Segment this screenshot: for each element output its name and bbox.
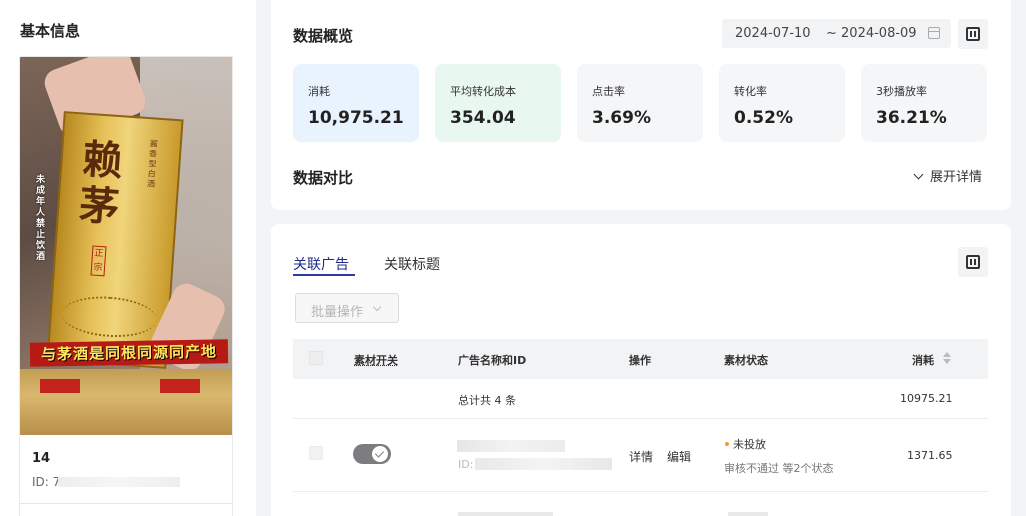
data-overview-card: 数据概览 2024-07-10 ~ 2024-08-09 消耗 10,975.2… — [271, 0, 1011, 210]
batch-operation-label: 批量操作 — [311, 305, 364, 320]
table-column-settings-button[interactable] — [958, 247, 988, 277]
column-header-actions: 操作 — [629, 354, 651, 367]
ad-id-redacted — [475, 458, 612, 470]
sort-icon[interactable] — [943, 352, 951, 364]
metric-label: 点击率 — [592, 85, 625, 98]
metric-label: 3秒播放率 — [876, 85, 927, 98]
video-id: ID: 7 — [32, 475, 61, 489]
thumbnail-bottom-boxes — [20, 369, 232, 435]
age-warning-text: 未成年人禁止饮酒 — [36, 175, 46, 262]
table-header: 素材开关 广告名称和ID 操作 素材状态 消耗 — [293, 339, 988, 379]
metric-value: 10,975.21 — [308, 108, 404, 128]
data-overview-title: 数据概览 — [293, 27, 354, 45]
status-redacted — [728, 512, 768, 516]
product-box-cloud-pattern — [60, 293, 158, 341]
basic-info-panel: 基本信息 赖茅 正宗 酱香型白酒 未成年人禁止饮酒 与茅酒是同根同源同产地 14… — [0, 0, 256, 516]
column-header-cost[interactable]: 消耗 — [912, 352, 934, 368]
check-icon — [372, 446, 388, 462]
product-box-side-text: 酱香型白酒 — [146, 139, 159, 189]
product-box-brand: 赖茅 — [77, 135, 125, 232]
video-number: 14 — [32, 451, 51, 466]
column-settings-button[interactable] — [958, 19, 988, 49]
related-ads-card: 关联广告 关联标题 批量操作 素材开关 广告名称和ID 操作 素材状态 消耗 总… — [271, 224, 1011, 516]
date-start: 2024-07-10 — [735, 26, 811, 41]
video-card[interactable]: 赖茅 正宗 酱香型白酒 未成年人禁止饮酒 与茅酒是同根同源同产地 14 ID: … — [19, 56, 233, 516]
total-count: 总计共 4 条 — [458, 394, 516, 407]
column-header-material-status: 素材状态 — [724, 354, 768, 367]
metric-card-ctr: 点击率 3.69% — [577, 64, 703, 142]
table-row-partial — [293, 504, 988, 516]
metric-card-avg-conversion-cost: 平均转化成本 354.04 — [435, 64, 561, 142]
expand-details-button[interactable]: 展开详情 — [913, 166, 983, 185]
details-link[interactable]: 详情 — [629, 448, 653, 465]
status-dot-icon — [725, 442, 729, 446]
calendar-icon — [928, 27, 940, 39]
ad-name-redacted — [458, 512, 553, 516]
columns-icon — [966, 255, 980, 269]
table-row: ID: 7 详情 编辑 未投放 审核不通过 等2个状态 1371.65 — [293, 420, 988, 492]
metric-label: 转化率 — [734, 85, 767, 98]
metric-value: 0.52% — [734, 108, 793, 128]
metric-label: 平均转化成本 — [450, 85, 516, 98]
data-compare-title: 数据对比 — [293, 169, 354, 187]
chevron-down-icon — [913, 169, 924, 180]
column-header-material-switch[interactable]: 素材开关 — [354, 352, 398, 368]
row-checkbox[interactable] — [309, 446, 323, 460]
video-id-redacted — [58, 477, 180, 487]
metric-card-conversion-rate: 转化率 0.52% — [719, 64, 845, 142]
tab-active-indicator — [293, 274, 355, 276]
material-status: 未投放 — [733, 438, 766, 451]
ad-name-redacted — [457, 440, 565, 452]
basic-info-title: 基本信息 — [20, 22, 81, 40]
caption-banner: 与茅酒是同根同源同产地 — [29, 339, 229, 367]
table-total-row: 总计共 4 条 10975.21 — [293, 379, 988, 419]
total-cost: 10975.21 — [900, 392, 953, 405]
row-cost: 1371.65 — [907, 449, 953, 462]
material-status-detail[interactable]: 审核不通过 等2个状态 — [724, 460, 834, 476]
date-end: ~ 2024-08-09 — [826, 26, 917, 41]
box-label-left — [40, 379, 80, 393]
metric-value: 3.69% — [592, 108, 651, 128]
edit-link[interactable]: 编辑 — [667, 448, 691, 465]
batch-operation-dropdown[interactable]: 批量操作 — [295, 293, 399, 323]
product-box-seal: 正宗 — [90, 245, 107, 277]
select-all-checkbox[interactable] — [309, 351, 323, 365]
columns-icon — [966, 27, 980, 41]
date-range-picker[interactable]: 2024-07-10 ~ 2024-08-09 — [722, 19, 951, 48]
tab-related-ads[interactable]: 关联广告 — [293, 254, 349, 274]
tab-related-titles[interactable]: 关联标题 — [384, 254, 440, 274]
video-thumbnail[interactable]: 赖茅 正宗 酱香型白酒 未成年人禁止饮酒 与茅酒是同根同源同产地 — [20, 57, 232, 435]
box-label-right — [160, 379, 200, 393]
material-switch-toggle[interactable] — [353, 444, 391, 464]
expand-details-label: 展开详情 — [930, 170, 983, 185]
metric-card-3s-play-rate: 3秒播放率 36.21% — [861, 64, 987, 142]
video-card-divider — [20, 503, 232, 504]
metric-value: 36.21% — [876, 108, 947, 128]
metric-card-cost: 消耗 10,975.21 — [293, 64, 419, 142]
column-header-ad-name-id: 广告名称和ID — [458, 354, 527, 367]
metric-label: 消耗 — [308, 85, 330, 98]
metric-value: 354.04 — [450, 108, 516, 128]
chevron-down-icon — [372, 302, 382, 312]
